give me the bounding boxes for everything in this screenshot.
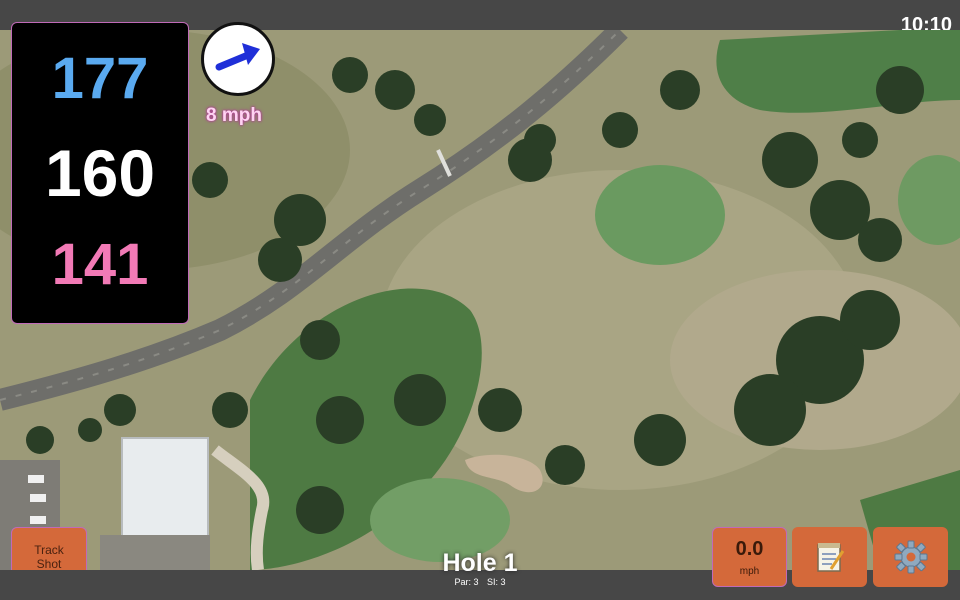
notepad-icon [816,543,844,572]
fairway-top-right [716,30,960,113]
speed-button[interactable]: 0.0 mph [712,527,787,587]
track-shot-label-line1: Track [34,543,64,557]
middle-yardage: 160 [44,136,156,210]
hole-info: Par: 3 SI: 3 [380,577,580,587]
yardage-panel: 177 160 141 [11,22,189,324]
hole-stroke-index: SI: 3 [487,577,506,587]
track-shot-label-line2: Shot [36,557,62,571]
settings-button[interactable] [873,527,948,587]
hole-par: Par: 3 [454,577,479,587]
gear-icon [894,540,927,574]
clubhouse-building [121,437,209,539]
front-yardage: 141 [51,232,149,297]
notes-button[interactable] [792,527,867,587]
speed-value: 0.0 [735,538,764,560]
back-yardage: 177 [51,46,149,111]
wind-compass [201,22,275,96]
wind-speed: 8 mph [206,105,262,126]
arrow-up-right-icon [215,43,260,71]
hole-title: Hole 1 [442,549,518,577]
speed-unit: mph [739,566,760,577]
green [595,165,725,265]
